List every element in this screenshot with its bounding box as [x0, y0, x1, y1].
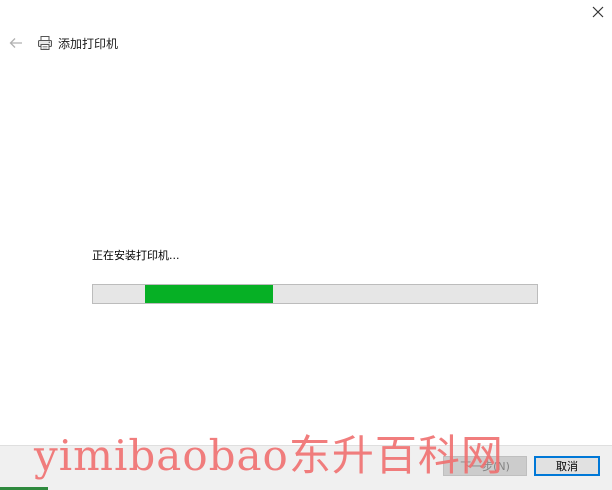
close-icon: [592, 6, 604, 18]
add-printer-dialog: 添加打印机 正在安装打印机... 下一步(N) 取消 yimibaobao东升百…: [0, 0, 612, 490]
progress-bar: [92, 284, 538, 304]
back-arrow-icon: [9, 38, 22, 48]
installing-status-text: 正在安装打印机...: [92, 249, 180, 262]
back-button[interactable]: [8, 35, 24, 51]
dialog-header: 添加打印机: [8, 32, 118, 54]
dialog-title: 添加打印机: [58, 36, 119, 51]
close-button[interactable]: [584, 0, 612, 24]
dialog-footer: 下一步(N) 取消: [0, 445, 612, 490]
printer-icon: [37, 35, 53, 51]
cancel-button[interactable]: 取消: [534, 456, 600, 476]
next-button[interactable]: 下一步(N): [443, 456, 527, 476]
progress-bar-fill: [144, 285, 273, 303]
